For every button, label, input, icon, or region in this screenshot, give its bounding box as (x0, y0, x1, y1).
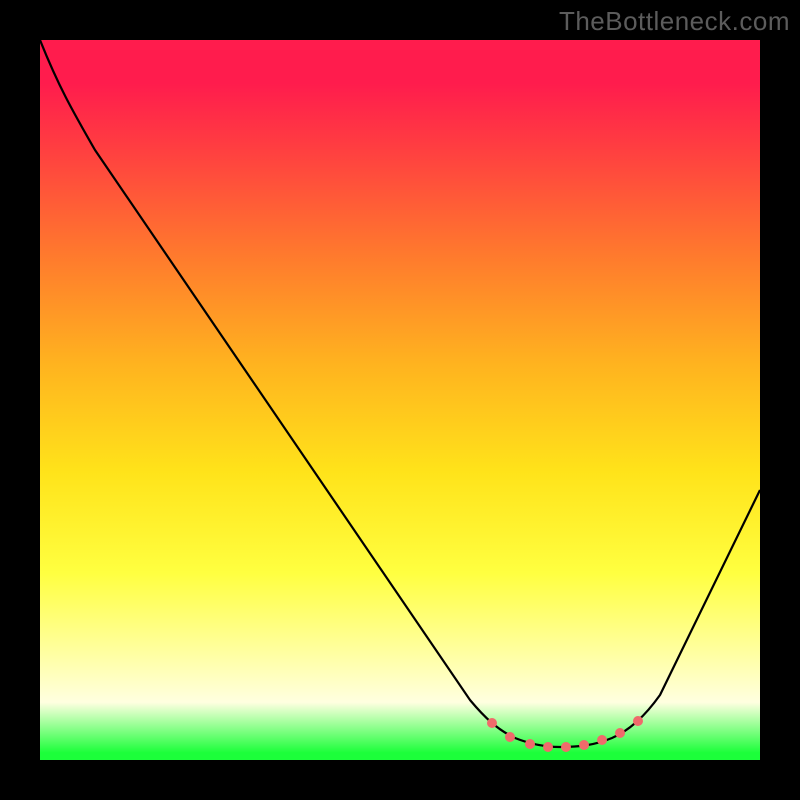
valley-marker (543, 742, 553, 752)
valley-marker (525, 739, 535, 749)
valley-marker (487, 718, 497, 728)
valley-marker (615, 728, 625, 738)
chart-stage: TheBottleneck.com (0, 0, 800, 800)
valley-marker-group (487, 716, 643, 752)
valley-marker (633, 716, 643, 726)
valley-marker (597, 735, 607, 745)
bottleneck-curve-path (40, 40, 760, 747)
valley-marker (561, 742, 571, 752)
valley-marker (579, 740, 589, 750)
plot-area (40, 40, 760, 760)
watermark-text: TheBottleneck.com (559, 6, 790, 37)
curve-layer (40, 40, 760, 760)
valley-marker (505, 732, 515, 742)
